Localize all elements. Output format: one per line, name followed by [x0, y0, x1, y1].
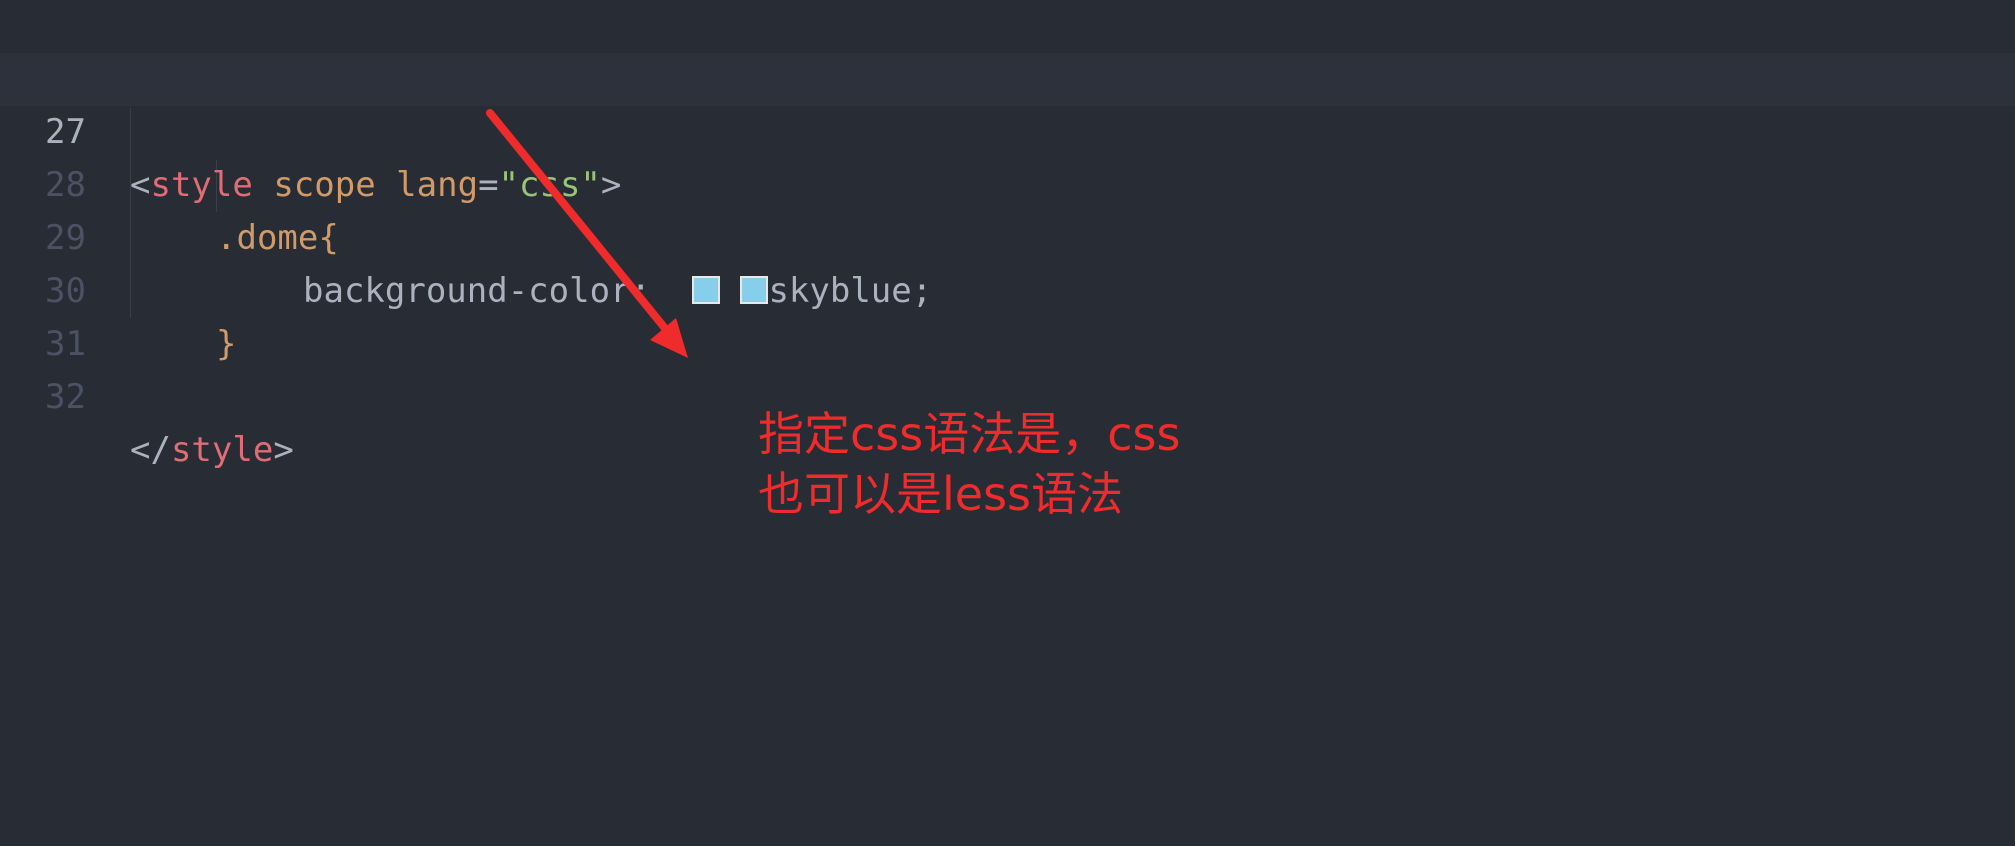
line-number: 32 [45, 377, 86, 417]
tag-open-bracket: </ [130, 430, 171, 470]
annotation-line-1: 指定css语法是，css [758, 407, 1181, 461]
annotation-line-2: 也可以是less语法 [758, 467, 1124, 521]
code-line-30[interactable]: 30 } [0, 212, 2015, 364]
code-line-31[interactable]: 31 [0, 265, 2015, 364]
code-line-28[interactable]: 28 .dome{ [0, 106, 2015, 258]
annotation-note: 指定css语法是，css 也可以是less语法 [758, 404, 1180, 524]
code-content: </style> [130, 424, 294, 477]
code-line-26[interactable]: 26 [0, 0, 2015, 99]
code-editor[interactable]: 26 27 <style scope lang="css"> 28 .dome{… [0, 0, 2015, 846]
code-line-32[interactable]: 32 </style> [0, 318, 2015, 470]
code-line-29[interactable]: 29 background-color: skyblue; [0, 159, 2015, 311]
tag-close-bracket: > [273, 430, 294, 470]
code-line-27[interactable]: 27 <style scope lang="css"> [0, 53, 2015, 205]
tag-name: style [170, 430, 274, 470]
